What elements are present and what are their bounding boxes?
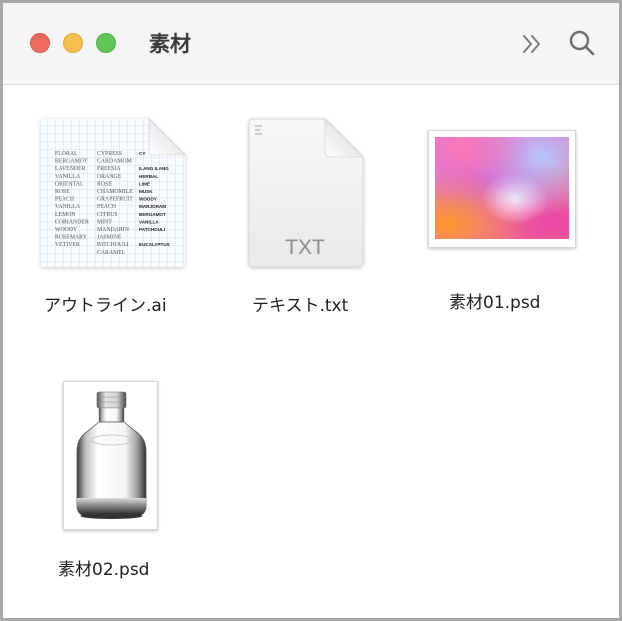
maximize-window-button[interactable]: [96, 33, 116, 53]
file-name-label: 素材01.psd: [449, 293, 541, 313]
preview-word: ORANGE: [97, 174, 122, 180]
preview-word: VETIVER: [55, 242, 80, 248]
bottle-image: [70, 388, 153, 525]
minimize-window-button[interactable]: [63, 33, 83, 53]
text-document-icon: TXT: [248, 118, 364, 268]
preview-word: LEMON: [55, 212, 76, 218]
title-bar: 素材: [3, 3, 619, 85]
preview-word: VANILLA: [139, 219, 159, 224]
preview-word: MARJORAM: [139, 204, 166, 209]
preview-word: CORIANDER: [55, 219, 89, 225]
preview-word: VANILLA: [55, 174, 81, 180]
preview-word: CHAMOMILE: [97, 189, 133, 195]
preview-word: WOODY: [139, 197, 157, 202]
preview-word: EUCALYPTUS: [139, 242, 170, 247]
file-name-label: 素材02.psd: [58, 560, 150, 580]
preview-word: CITRUS: [97, 212, 118, 218]
window-title: 素材: [149, 32, 191, 56]
preview-word: PATCHOULI: [97, 242, 129, 248]
preview-word: PATCHOULI: [139, 227, 165, 232]
preview-word: PEACH: [55, 197, 75, 203]
preview-word: HERBAL: [139, 174, 158, 179]
illustrator-document-icon: FLORALBERGAMOTLAVENDERVANILLAORIENTALROS…: [41, 118, 186, 267]
preview-word: MANDARIN: [97, 227, 130, 233]
preview-word: ROSE: [97, 181, 112, 187]
txt-icon-label: TXT: [285, 236, 325, 259]
bottle-image-thumbnail: [63, 381, 158, 530]
preview-word: LIME: [139, 181, 150, 186]
preview-word: CYPRESS: [97, 151, 122, 157]
preview-word: PEACH: [97, 204, 117, 210]
preview-word: CARDAMOM: [97, 159, 132, 165]
gradient-image: [435, 137, 569, 239]
preview-word: CY: [139, 151, 145, 156]
preview-word: MUSK: [139, 189, 153, 194]
file-name-label: テキスト.txt: [252, 296, 349, 316]
preview-word: LAVENDER: [55, 166, 86, 172]
preview-word: ROSE: [55, 189, 70, 195]
close-window-button[interactable]: [30, 33, 50, 53]
preview-word: ILANG ILANG: [139, 166, 169, 171]
preview-word: VANILLA: [55, 204, 81, 210]
preview-word: ROSEMARY: [55, 235, 88, 241]
search-icon[interactable]: [568, 29, 596, 57]
preview-word: GRAPEFRUIT: [97, 197, 133, 203]
finder-window: 素材 FLORAL BERGAMOT LAVENDER VANILLA ORIE…: [0, 0, 622, 621]
preview-word: ORIENTAL: [55, 181, 84, 187]
preview-word: FREESIA: [97, 166, 121, 172]
chevron-double-right-icon[interactable]: [519, 31, 545, 57]
preview-word: BERGAMOT: [139, 212, 166, 217]
file-name-label: アウトライン.ai: [44, 296, 167, 316]
preview-word: WOODY: [55, 227, 78, 233]
preview-word: CARAMEL: [97, 250, 126, 256]
preview-word: BERGAMOT: [55, 159, 88, 165]
preview-word: MINT: [97, 219, 112, 225]
preview-word: FLORAL: [55, 151, 78, 157]
gradient-image-thumbnail: [428, 130, 576, 248]
preview-word: JASMINE: [97, 235, 122, 241]
